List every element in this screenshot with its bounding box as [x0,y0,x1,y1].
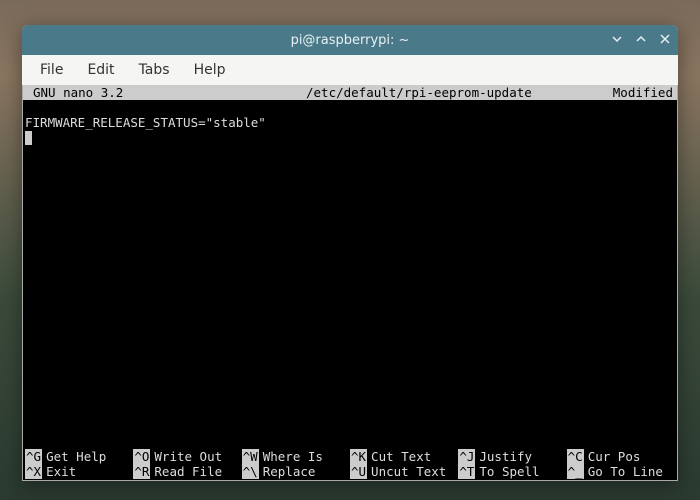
shortcut-cur-pos[interactable]: ^CCur Pos [567,449,675,464]
terminal-area[interactable]: GNU nano 3.2 /etc/default/rpi-eeprom-upd… [22,85,678,481]
close-icon [660,34,670,44]
cursor-icon [25,131,32,145]
shortcut-to-spell[interactable]: ^TTo Spell [458,464,566,479]
nano-footer-row-1: ^GGet Help ^OWrite Out ^WWhere Is ^KCut … [25,449,675,464]
menu-file[interactable]: File [30,58,73,82]
titlebar-controls [612,25,670,55]
titlebar[interactable]: pi@raspberrypi: ~ [22,25,678,55]
shortcut-get-help[interactable]: ^GGet Help [25,449,133,464]
window-title: pi@raspberrypi: ~ [291,33,410,48]
nano-footer: ^GGet Help ^OWrite Out ^WWhere Is ^KCut … [23,449,677,480]
menubar: File Edit Tabs Help [22,55,678,85]
shortcut-uncut-text[interactable]: ^UUncut Text [350,464,458,479]
shortcut-replace[interactable]: ^\Replace [242,464,350,479]
editor-line: FIRMWARE_RELEASE_STATUS="stable" [25,115,675,130]
nano-status: Modified [613,85,675,100]
menu-edit[interactable]: Edit [77,58,124,82]
nano-version: GNU nano 3.2 [25,85,225,100]
close-button[interactable] [660,33,670,47]
terminal-window: pi@raspberrypi: ~ File Edit Tabs Help GN… [22,25,678,481]
menu-tabs[interactable]: Tabs [129,58,180,82]
shortcut-write-out[interactable]: ^OWrite Out [133,449,241,464]
nano-editor-body[interactable]: FIRMWARE_RELEASE_STATUS="stable" [23,115,677,145]
minimize-button[interactable] [612,33,622,47]
nano-filepath: /etc/default/rpi-eeprom-update [225,85,613,100]
shortcut-cut-text[interactable]: ^KCut Text [350,449,458,464]
menu-help[interactable]: Help [184,58,236,82]
chevron-up-icon [636,34,646,44]
shortcut-where-is[interactable]: ^WWhere Is [242,449,350,464]
chevron-down-icon [612,34,622,44]
editor-line [25,130,675,145]
shortcut-go-to-line[interactable]: ^_Go To Line [567,464,675,479]
nano-footer-row-2: ^XExit ^RRead File ^\Replace ^UUncut Tex… [25,464,675,479]
maximize-button[interactable] [636,33,646,47]
shortcut-exit[interactable]: ^XExit [25,464,133,479]
nano-header: GNU nano 3.2 /etc/default/rpi-eeprom-upd… [23,85,677,100]
shortcut-read-file[interactable]: ^RRead File [133,464,241,479]
shortcut-justify[interactable]: ^JJustify [458,449,566,464]
